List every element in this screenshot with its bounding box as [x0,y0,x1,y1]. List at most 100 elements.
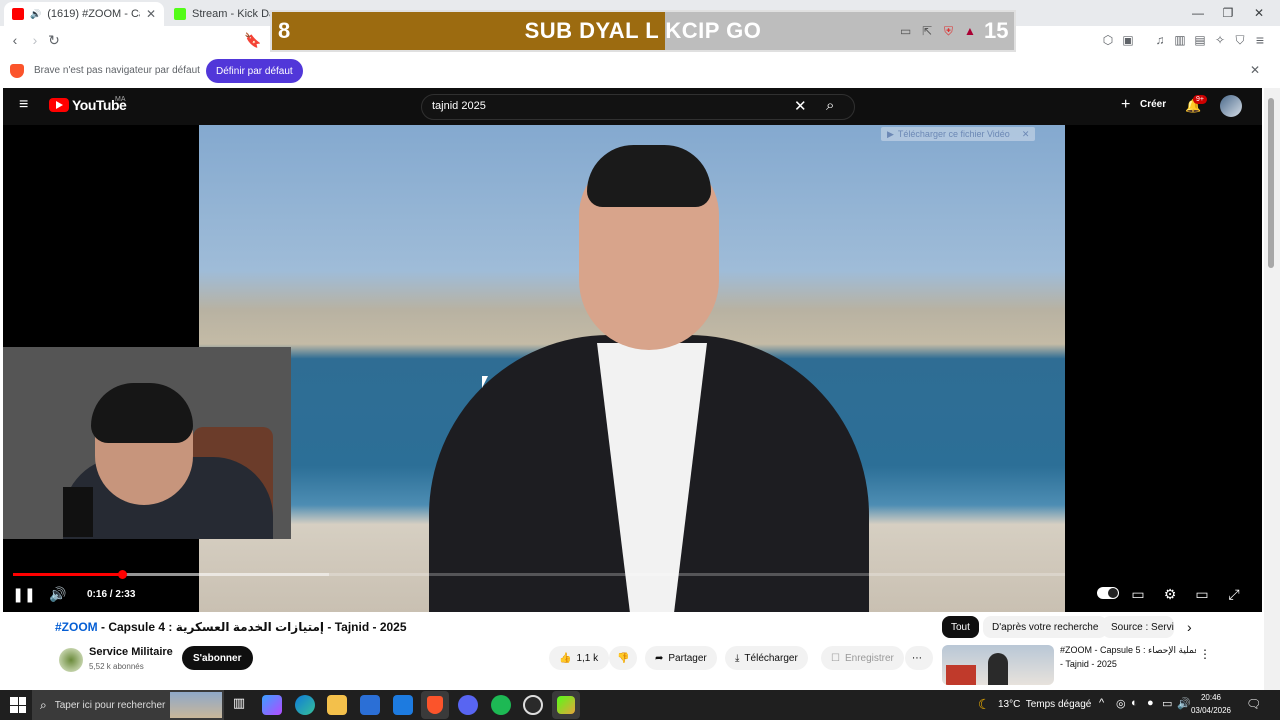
search-icon[interactable]: ⌕ [826,97,834,114]
settings-gear-icon[interactable]: ⚙ [1161,585,1179,603]
close-tab-icon[interactable]: ✕ [146,7,156,21]
tab-kick[interactable]: Stream - Kick Dashboa [166,2,276,26]
brave-taskbar-button[interactable] [421,691,449,719]
chip-all[interactable]: Tout [942,616,979,638]
obs-icon[interactable] [523,695,543,715]
search-input[interactable]: tajnid 2025 [432,100,486,112]
network-icon[interactable]: ▭ [1162,697,1172,710]
windows-start-icon[interactable] [10,697,26,713]
clear-search-icon[interactable]: ✕ [794,97,807,115]
page-scrollbar[interactable] [1264,88,1280,690]
restore-icon[interactable]: ❐ [1212,0,1244,26]
channel-avatar[interactable] [59,648,83,672]
avatar[interactable] [1220,95,1242,117]
time-current: 0:16 [87,588,108,600]
recommendation-title-line2[interactable]: - Tajnid - 2025 [1060,659,1117,669]
cast-icon: ▭ [900,24,912,38]
youtube-logo-icon[interactable] [49,98,69,112]
spotify-icon[interactable] [491,695,511,715]
autoplay-toggle[interactable] [1097,587,1119,599]
create-button[interactable]: Créer [1140,99,1166,110]
forward-icon[interactable]: › [25,26,45,54]
leo-ai-icon[interactable]: ✧ [1210,26,1230,54]
close-window-icon[interactable]: ✕ [1243,0,1275,26]
more-actions-button[interactable]: ⋯ [905,646,933,670]
tray-mic-icon[interactable]: ● [1147,697,1154,709]
hamburger-menu-icon[interactable]: ≡ [19,97,33,113]
seek-scrubber[interactable] [118,570,128,579]
sidebar-icon[interactable]: ▥ [1170,26,1190,54]
wallet-icon[interactable]: ▤ [1190,26,1210,54]
edge-icon[interactable] [295,695,315,715]
reload-icon[interactable]: ↻ [44,26,64,54]
recommendation-thumbnail[interactable] [942,645,1054,685]
download-button[interactable]: ⤓ Télécharger [725,646,808,670]
video-player[interactable]: ▶ Télécharger ce fichier Vidéo ✕ ❚❚ 🔊 0:… [3,125,1262,612]
menu-icon[interactable]: ≡ [1250,26,1270,54]
fullscreen-icon[interactable]: ⤢ [1225,585,1243,603]
recommendation-more-icon[interactable]: ⋮ [1199,647,1211,661]
recommendation-title-line1[interactable]: #ZOOM - Capsule 5 : عملية الإحصاء [1060,645,1196,656]
volume-tray-icon[interactable]: 🔊 [1177,697,1191,710]
clock-time[interactable]: 20:46 [1194,693,1228,702]
save-button[interactable]: ☐ Enregistrer [821,646,904,670]
share-label: Partager [668,652,707,664]
create-icon[interactable]: + [1121,96,1130,114]
weather-text[interactable]: 13°C Temps dégagé [998,699,1091,710]
region-code: MA [115,96,126,103]
rewards-icon: ▲ [964,24,976,38]
video-info-area: #ZOOM - Capsule 4 : إمتيازات الخدمة العس… [3,612,1262,690]
tray-edge-icon[interactable]: ◐ [1131,697,1138,709]
chips-next-icon[interactable]: › [1187,619,1192,635]
music-icon[interactable]: ♫ [1150,26,1170,54]
minimize-icon[interactable]: — [1182,0,1214,26]
video-frame[interactable]: ▶ Télécharger ce fichier Vidéo ✕ [199,125,1065,612]
tab-title: (1619) #ZOOM - Capsule 4 : [47,8,140,20]
volume-icon[interactable]: 🔊 [49,585,67,603]
discord-icon[interactable] [458,695,478,715]
back-icon[interactable]: ‹ [5,26,25,54]
audio-icon: 🔊 [30,8,42,19]
vpn-shield-icon[interactable]: ⛉ [1230,26,1250,54]
file-explorer-icon[interactable] [327,695,347,715]
chip-source[interactable]: Source : Servic [1102,616,1174,638]
close-infobar-icon[interactable]: ✕ [1250,63,1260,77]
download-video-hint[interactable]: ▶ Télécharger ce fichier Vidéo ✕ [881,127,1036,141]
clock-date[interactable]: 03/04/2026 [1190,706,1232,715]
copilot-icon[interactable] [262,695,282,715]
thumbs-up-icon: 👍 [559,652,572,664]
theater-mode-icon[interactable]: ▭ [1193,585,1211,603]
like-count: 1,1 k [576,652,599,664]
chip-from-search[interactable]: D'après votre recherche [983,616,1108,638]
set-default-button[interactable]: Définir par défaut [206,59,303,83]
windows-taskbar: ⌕ Taper ici pour rechercher ▥ ☾ 13°C Tem… [0,690,1280,720]
video-title-text: - Capsule 4 : إمتيازات الخدمة العسكرية -… [97,620,407,634]
scrollbar-thumb[interactable] [1268,98,1274,268]
store-icon[interactable] [360,695,380,715]
notification-center-icon[interactable]: 🗨 [1246,697,1261,711]
tray-overflow-icon[interactable]: ^ [1099,697,1104,709]
search-box[interactable]: tajnid 2025 ✕ ⌕ [421,94,855,120]
channel-name[interactable]: Service Militaire [89,646,173,658]
task-view-icon[interactable]: ▥ [229,695,249,715]
close-hint-icon[interactable]: ✕ [1022,129,1030,140]
wallet-icon[interactable]: ▣ [1118,26,1138,54]
kick-taskbar-button[interactable] [552,691,580,719]
bookmark-icon[interactable]: 🔖 [243,26,263,54]
mail-icon[interactable] [393,695,413,715]
video-hashtag[interactable]: #ZOOM [55,620,98,634]
seek-bar[interactable] [13,570,1065,579]
subtitles-icon[interactable]: ▭ [1129,585,1147,603]
tray-app-icon[interactable]: ◎ [1116,697,1126,710]
extension-icon[interactable]: ⬡ [1098,26,1118,54]
streamer-hair [91,383,193,443]
more-horizontal-icon: ⋯ [912,652,922,664]
dislike-button[interactable]: 👎 [609,646,637,670]
taskbar-search-input[interactable]: Taper ici pour rechercher [55,700,166,711]
brave-logo-icon [10,64,24,78]
subscribe-button[interactable]: S'abonner [182,646,253,670]
tab-youtube[interactable]: 🔊 (1619) #ZOOM - Capsule 4 : ✕ [4,2,164,26]
pause-icon[interactable]: ❚❚ [12,585,35,603]
like-button[interactable]: 👍 1,1 k [549,646,609,670]
share-button[interactable]: ➦ Partager [645,646,717,670]
